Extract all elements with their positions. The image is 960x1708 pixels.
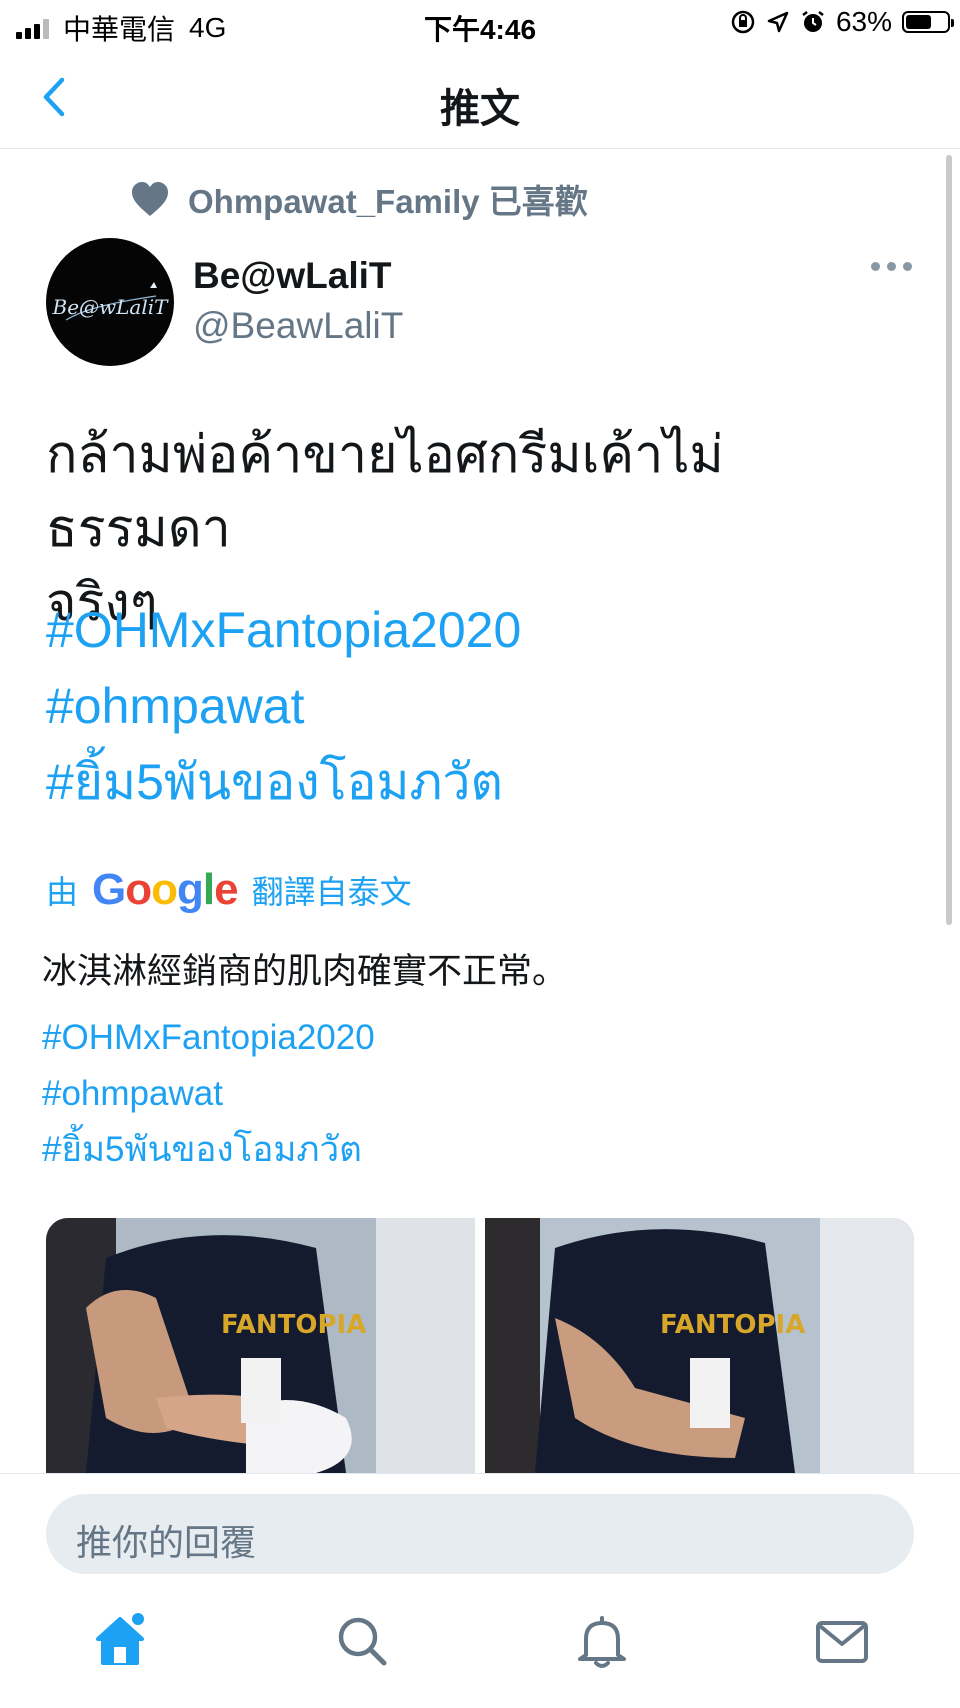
heart-icon	[132, 182, 168, 216]
tweet-text-line: กล้ามพ่อค้าขายไอศกรีมเค้าไม่ธรรมดา	[46, 426, 724, 558]
reply-input[interactable]: 推你的回覆	[46, 1494, 914, 1574]
status-bar: 中華電信 4G 下午4:46 63%	[0, 0, 960, 50]
home-icon	[96, 1613, 144, 1665]
display-name[interactable]: Be@wLaliT	[193, 255, 392, 297]
location-icon	[767, 11, 789, 33]
shirt-text: FANTOPIA	[660, 1310, 805, 1340]
status-right: 63%	[730, 6, 954, 38]
hashtag-link[interactable]: #ยิ้ม5พันของโอมภวัต	[42, 1122, 375, 1178]
hashtag-link[interactable]: #ohmpawat	[46, 668, 521, 744]
alarm-icon	[802, 11, 824, 32]
tweet-photo[interactable]: FANTOPIA	[46, 1218, 475, 1473]
hashtag-link[interactable]: #ohmpawat	[42, 1066, 375, 1122]
google-logo: Google	[92, 865, 239, 914]
translation-text: 冰淇淋經銷商的肌肉確實不正常。	[42, 952, 568, 991]
page-title: 推文	[440, 87, 520, 131]
orientation-lock-icon	[731, 10, 755, 34]
media-grid: FANTOPIA FANTOPIA	[46, 1218, 914, 1473]
translated-by-row[interactable]: 由 Google 翻譯自泰文	[46, 865, 412, 915]
translated-hashtag-list: #OHMxFantopia2020 #ohmpawat #ยิ้ม5พันของ…	[42, 1010, 375, 1178]
search-icon	[338, 1617, 387, 1666]
reply-placeholder: 推你的回覆	[76, 1522, 257, 1563]
hashtag-link[interactable]: #OHMxFantopia2020	[46, 592, 521, 668]
nav-bar: 推文	[0, 50, 960, 149]
liked-by-text: Ohmpawat_Family 已喜歡	[188, 183, 588, 220]
shirt-text: FANTOPIA	[221, 1310, 366, 1340]
more-options-icon[interactable]	[871, 262, 912, 271]
battery-fill	[906, 15, 931, 29]
hashtag-link[interactable]: #ยิ้ม5พันของโอมภวัต	[46, 744, 521, 820]
translated-prefix: 由	[46, 874, 79, 910]
avatar[interactable]: Be@wLaliT	[46, 238, 174, 366]
tab-home[interactable]	[90, 1611, 150, 1671]
liked-by-row[interactable]: Ohmpawat_Family 已喜歡	[130, 175, 588, 223]
tab-search[interactable]	[332, 1611, 392, 1671]
tab-bar	[0, 1599, 960, 1689]
avatar-text: Be@wLaliT	[52, 295, 170, 319]
translated-suffix: 翻譯自泰文	[251, 874, 412, 910]
mail-icon	[816, 1621, 868, 1663]
tweet-photo[interactable]: FANTOPIA	[485, 1218, 914, 1473]
hashtag-link[interactable]: #OHMxFantopia2020	[42, 1010, 375, 1066]
bell-icon	[578, 1616, 626, 1668]
scrollbar[interactable]	[946, 155, 952, 925]
user-handle[interactable]: @BeawLaliT	[193, 305, 403, 347]
reply-area: 推你的回覆	[0, 1473, 960, 1708]
tab-notifications[interactable]	[572, 1611, 632, 1671]
battery-icon	[902, 11, 954, 33]
tab-messages[interactable]	[812, 1611, 872, 1671]
avatar-logo: Be@wLaliT	[52, 282, 170, 321]
battery-percent: 63%	[835, 6, 892, 37]
hashtag-list: #OHMxFantopia2020 #ohmpawat #ยิ้ม5พันของ…	[46, 592, 521, 820]
